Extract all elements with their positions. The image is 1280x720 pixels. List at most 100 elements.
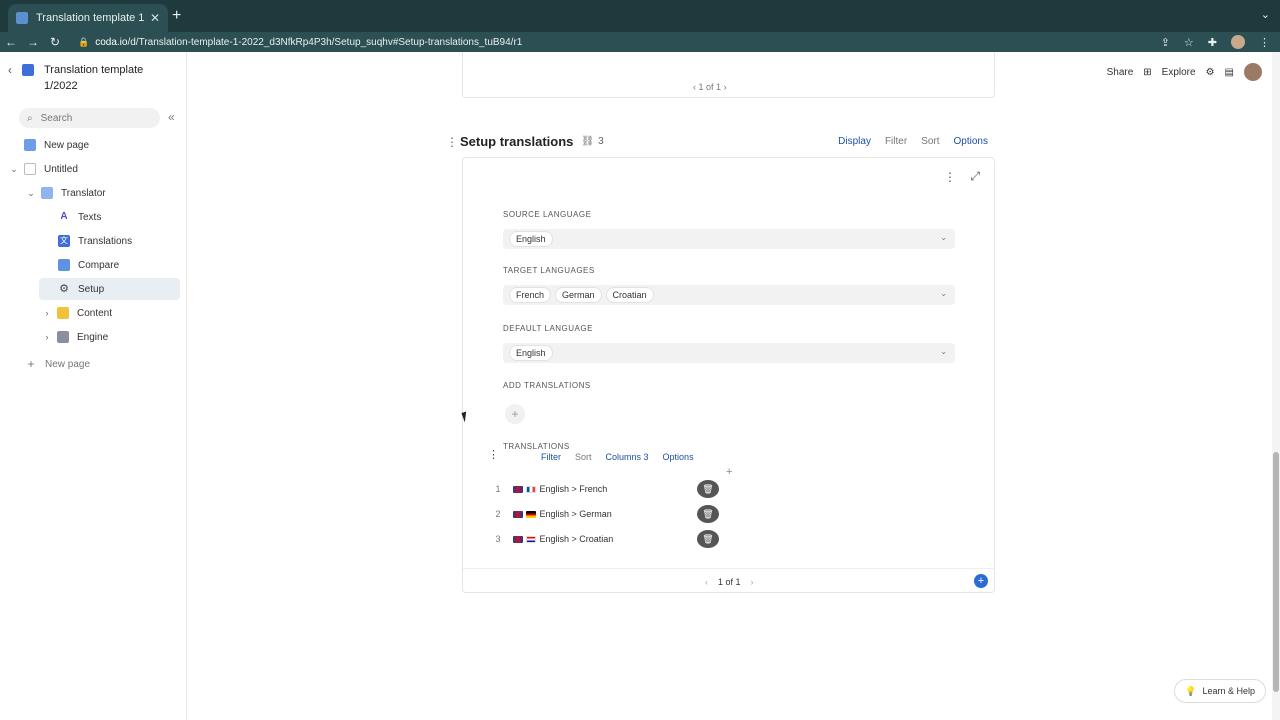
- sidebar-item-label: Setup: [78, 283, 105, 295]
- comments-icon[interactable]: ▤: [1225, 67, 1234, 78]
- previous-pager: ‹ 1 of 1 ›: [693, 82, 727, 92]
- gear-icon: ⚙: [59, 283, 69, 295]
- share-page-icon[interactable]: ⇪: [1161, 36, 1170, 49]
- sidebar-item-setup[interactable]: ⚙ Setup: [39, 278, 180, 300]
- scrollbar-thumb[interactable]: [1273, 452, 1279, 692]
- table-sort-button[interactable]: Sort: [575, 452, 592, 462]
- forward-icon[interactable]: →: [22, 35, 44, 49]
- settings-gear-icon[interactable]: ⚙: [1206, 67, 1215, 78]
- table-options-button[interactable]: Options: [663, 452, 694, 462]
- help-label: Learn & Help: [1202, 686, 1255, 696]
- pager-next-icon[interactable]: ›: [724, 82, 727, 92]
- link-count: 3: [598, 136, 604, 147]
- folder-icon: [57, 307, 69, 319]
- chevron-right-icon[interactable]: ›: [41, 332, 53, 342]
- add-row-button[interactable]: +: [974, 574, 988, 588]
- bookmark-star-icon[interactable]: ☆: [1184, 36, 1194, 49]
- reload-icon[interactable]: ↻: [44, 35, 66, 49]
- filter-button[interactable]: Filter: [885, 136, 907, 147]
- search-icon: ⌕: [27, 112, 33, 124]
- sidebar-item-label: Engine: [77, 331, 109, 343]
- sidebar-item-untitled[interactable]: ⌄ Untitled: [8, 158, 78, 180]
- section-header: ⋮ Setup translations ⛓ 3 Display Filter …: [446, 134, 996, 149]
- tab-title: Translation template 1/2022 - S: [36, 12, 144, 24]
- sidebar-item-new-page-bottom[interactable]: + New page: [25, 353, 90, 375]
- delete-row-button[interactable]: 🗑: [697, 480, 719, 498]
- doc-icon: [22, 64, 34, 76]
- sidebar-item-compare[interactable]: Compare: [58, 254, 119, 276]
- section-actions: Display Filter Sort Options: [838, 136, 988, 147]
- default-language-label: DEFAULT LANGUAGE: [503, 324, 593, 333]
- chevron-down-icon[interactable]: ⌄: [25, 188, 37, 199]
- pager-prev-icon[interactable]: ‹: [705, 577, 708, 587]
- sort-button[interactable]: Sort: [921, 136, 939, 147]
- table-row[interactable]: 1 English > French 🗑: [489, 479, 719, 499]
- expand-icon[interactable]: ⤢: [970, 169, 980, 184]
- source-language-select[interactable]: English ⌄: [503, 229, 955, 249]
- default-language-select[interactable]: English ⌄: [503, 343, 955, 363]
- table-row[interactable]: 3 English > Croatian 🗑: [489, 529, 719, 549]
- card-menu-icon[interactable]: ⋮: [944, 170, 956, 184]
- pager-next-icon[interactable]: ›: [751, 577, 754, 587]
- sidebar-item-engine[interactable]: › Engine: [41, 326, 108, 348]
- link-icon[interactable]: ⛓: [581, 136, 594, 147]
- card-pager: ‹ 1 of 1 ›: [705, 577, 754, 587]
- tab-list-icon[interactable]: ⌄: [1261, 8, 1270, 21]
- table-row[interactable]: 2 English > German 🗑: [489, 504, 719, 524]
- sidebar-item-translations[interactable]: 文 Translations: [58, 230, 132, 252]
- sidebar-item-label: New page: [45, 358, 91, 370]
- row-text: English > Croatian: [513, 534, 697, 544]
- table-columns-button[interactable]: Columns 3: [606, 452, 649, 462]
- options-button[interactable]: Options: [954, 136, 988, 147]
- pager-prev-icon[interactable]: ‹: [693, 82, 696, 92]
- browser-tabbar: Translation template 1/2022 - S ✕ + ⌄: [0, 0, 1280, 32]
- table-filter-button[interactable]: Filter: [541, 452, 561, 462]
- extensions-icon[interactable]: ✚: [1208, 36, 1217, 49]
- section-title[interactable]: Setup translations: [460, 134, 573, 149]
- url-field[interactable]: coda.io/d/Translation-template-1-2022_d3…: [95, 37, 1160, 48]
- collapse-sidebar-icon[interactable]: «: [168, 110, 175, 124]
- search-input[interactable]: ⌕ Search: [19, 108, 160, 128]
- scrollbar[interactable]: [1272, 52, 1280, 720]
- profile-avatar[interactable]: [1231, 35, 1245, 49]
- sidebar-item-translator[interactable]: ⌄ Translator: [25, 182, 106, 204]
- translate-icon: 文: [58, 235, 70, 247]
- language-chip: Croatian: [605, 287, 654, 303]
- sidebar-item-label: Translator: [61, 187, 106, 199]
- chevron-down-icon[interactable]: ⌄: [8, 164, 20, 175]
- explore-button[interactable]: Explore: [1162, 67, 1196, 78]
- sidebar-item-content[interactable]: › Content: [41, 302, 112, 324]
- user-avatar[interactable]: [1244, 63, 1262, 81]
- address-bar: ← → ↻ 🔒 coda.io/d/Translation-template-1…: [0, 32, 1280, 52]
- new-tab-icon[interactable]: +: [172, 7, 181, 25]
- close-tab-icon[interactable]: ✕: [150, 11, 160, 25]
- browser-menu-icon[interactable]: ⋮: [1259, 36, 1270, 49]
- target-languages-select[interactable]: French German Croatian ⌄: [503, 285, 955, 305]
- share-button[interactable]: Share: [1107, 67, 1134, 78]
- source-language-label: SOURCE LANGUAGE: [503, 210, 592, 219]
- back-icon[interactable]: ←: [0, 35, 22, 49]
- sidebar-item-new-page-top[interactable]: New page: [24, 134, 89, 156]
- browser-tab[interactable]: Translation template 1/2022 - S ✕: [8, 4, 168, 32]
- section-menu-icon[interactable]: ⋮: [446, 135, 460, 149]
- row-text: English > German: [513, 509, 697, 519]
- sidebar-item-label: Texts: [78, 211, 102, 223]
- sidebar-item-texts[interactable]: A Texts: [58, 206, 101, 228]
- add-column-icon[interactable]: +: [726, 466, 732, 478]
- back-chevron-icon[interactable]: ‹: [8, 63, 12, 77]
- add-translations-label: ADD TRANSLATIONS: [503, 381, 591, 390]
- compare-icon: [58, 259, 70, 271]
- sidebar-item-label: Translations: [78, 235, 133, 247]
- card-footer: ‹ 1 of 1 › +: [463, 568, 994, 593]
- table-menu-icon[interactable]: ⋮: [488, 448, 499, 461]
- row-number: 2: [495, 509, 501, 519]
- language-chip: English: [509, 345, 553, 361]
- chevron-right-icon[interactable]: ›: [41, 308, 53, 318]
- learn-help-button[interactable]: 💡 Learn & Help: [1174, 679, 1266, 703]
- lock-icon[interactable]: 🔒: [78, 37, 89, 48]
- delete-row-button[interactable]: 🗑: [697, 530, 719, 548]
- doc-title[interactable]: Translation template 1/2022: [44, 62, 154, 94]
- display-button[interactable]: Display: [838, 136, 871, 147]
- add-translation-button[interactable]: +: [505, 404, 525, 424]
- delete-row-button[interactable]: 🗑: [697, 505, 719, 523]
